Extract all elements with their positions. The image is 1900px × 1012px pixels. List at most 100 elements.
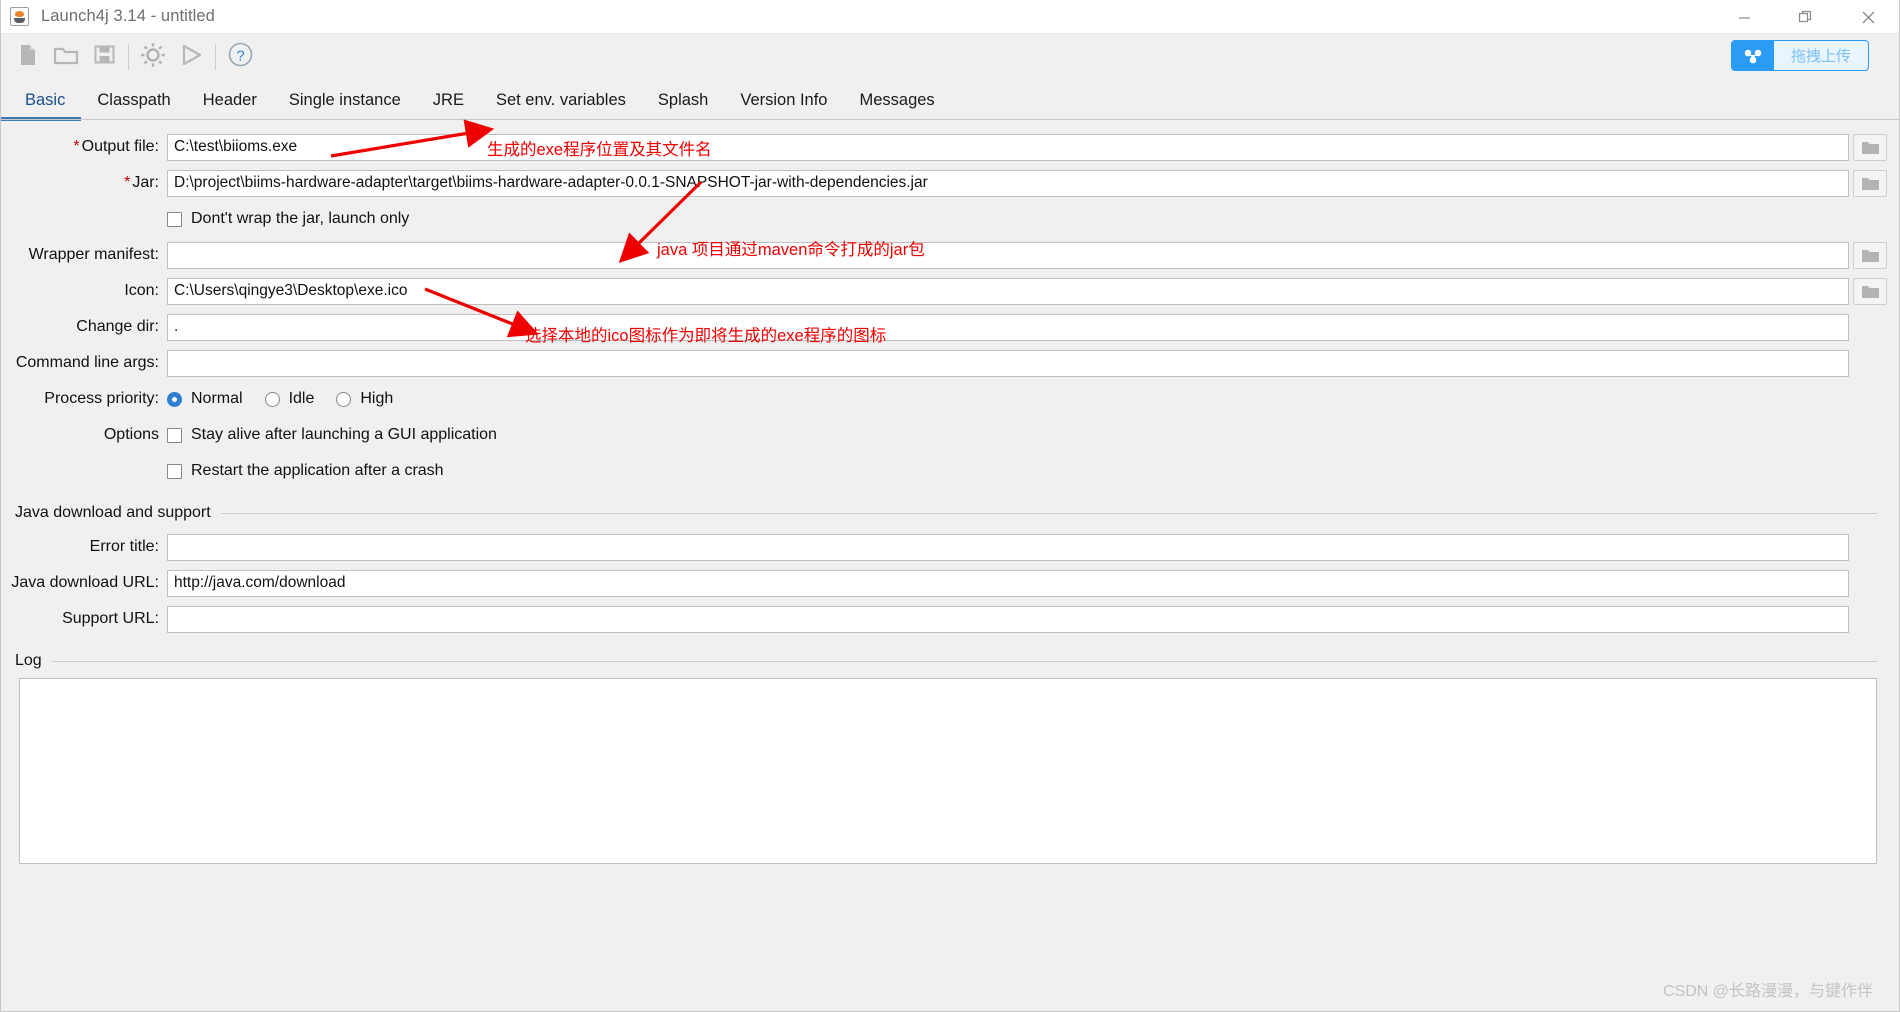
command-line-args-label: Command line args: — [15, 354, 159, 371]
row-icon: Icon: C:\Users\qingye3\Desktop\exe.ico — [1, 274, 1899, 308]
save-file-button[interactable] — [85, 38, 123, 76]
maximize-icon[interactable] — [1775, 0, 1837, 34]
jar-browse-button[interactable] — [1853, 169, 1887, 197]
jar-input[interactable]: D:\project\biims-hardware-adapter\target… — [167, 169, 1849, 197]
tab-header[interactable]: Header — [187, 80, 273, 120]
stay-alive-checkbox[interactable] — [167, 427, 182, 443]
tab-set-env-variables[interactable]: Set env. variables — [480, 80, 642, 120]
process-priority-radio-group: Normal Idle High — [167, 390, 393, 408]
basic-tab-panel: * Output file: C:\test\biioms.exe * Jar: D… — [1, 120, 1899, 864]
row-change-dir: Change dir: . — [1, 310, 1899, 344]
window-controls — [1713, 0, 1899, 34]
java-support-group-rule — [220, 512, 1877, 514]
svg-text:?: ? — [236, 48, 244, 65]
dont-wrap-label: Dont't wrap the jar, launch only — [191, 210, 410, 227]
tab-jre-label: JRE — [432, 90, 464, 109]
java-download-url-label: Java download URL: — [11, 574, 159, 591]
icon-label: Icon: — [124, 282, 159, 299]
save-disk-icon — [93, 43, 116, 71]
minimize-icon[interactable] — [1713, 0, 1775, 34]
close-icon[interactable] — [1837, 0, 1899, 34]
open-folder-icon — [53, 43, 79, 72]
icon-input[interactable]: C:\Users\qingye3\Desktop\exe.ico — [167, 277, 1849, 305]
java-download-url-input[interactable]: http://java.com/download — [167, 569, 1849, 597]
java-support-group-header: Java download and support — [15, 504, 1899, 522]
tab-version-info[interactable]: Version Info — [724, 80, 843, 120]
restart-checkbox[interactable] — [167, 463, 182, 479]
dont-wrap-checkbox[interactable] — [167, 211, 182, 227]
icon-browse-button[interactable] — [1853, 277, 1887, 305]
options-stay-alive-group[interactable]: Stay alive after launching a GUI applica… — [167, 426, 497, 444]
log-group-title: Log — [15, 652, 42, 669]
restart-label: Restart the application after a crash — [191, 462, 444, 479]
change-dir-label: Change dir: — [76, 318, 159, 335]
new-file-icon — [17, 43, 39, 72]
tab-basic-label: Basic — [25, 90, 66, 109]
tab-jre[interactable]: JRE — [417, 80, 480, 120]
build-settings-button[interactable] — [134, 38, 172, 76]
row-wrapper-manifest: Wrapper manifest: — [1, 238, 1899, 272]
change-dir-input[interactable]: . — [167, 313, 1849, 341]
required-marker: * — [124, 174, 131, 191]
run-button[interactable] — [172, 38, 210, 76]
tab-splash-label: Splash — [657, 90, 709, 109]
log-group-header: Log — [15, 652, 1899, 670]
toolbar-separator-2 — [215, 44, 216, 70]
process-priority-high-label: High — [360, 390, 394, 407]
toolbar-separator-1 — [128, 44, 129, 70]
wrapper-manifest-browse-button[interactable] — [1853, 241, 1887, 269]
tab-messages[interactable]: Messages — [843, 80, 950, 120]
row-support-url: Support URL: — [1, 602, 1899, 636]
error-title-input[interactable] — [167, 533, 1849, 561]
options-restart-group[interactable]: Restart the application after a crash — [167, 462, 444, 480]
row-options-stay-alive: Options Stay alive after launching a GUI… — [1, 418, 1899, 452]
title-bar: Launch4j 3.14 - untitled — [1, 0, 1899, 34]
csdn-watermark: CSDN @长路漫漫，与键作伴 — [1662, 983, 1873, 1000]
output-file-browse-button[interactable] — [1853, 133, 1887, 161]
command-line-args-input[interactable] — [167, 349, 1849, 377]
row-options-restart: Restart the application after a crash — [1, 454, 1899, 488]
log-textarea[interactable] — [19, 678, 1877, 864]
row-process-priority: Process priority: Normal Idle High — [1, 382, 1899, 416]
row-output-file: * Output file: C:\test\biioms.exe — [1, 130, 1899, 164]
netdisk-upload-button[interactable]: 拖拽上传 — [1730, 40, 1869, 71]
support-url-input[interactable] — [167, 605, 1849, 633]
error-title-label: Error title: — [89, 538, 159, 555]
row-command-line-args: Command line args: — [1, 346, 1899, 380]
tab-bar: Basic Classpath Header Single instance J… — [0, 80, 1899, 121]
tab-messages-label: Messages — [859, 90, 935, 109]
toolbar: ? 拖拽上传 — [1, 34, 1899, 80]
launch4j-window: Launch4j 3.14 - untitled ? 拖拽上传 Basic Cl… — [0, 0, 1900, 1012]
java-support-group-title: Java download and support — [15, 504, 211, 521]
process-priority-radio-idle[interactable] — [264, 391, 280, 407]
row-error-title: Error title: — [1, 530, 1899, 564]
required-marker: * — [73, 138, 80, 155]
tab-classpath-label: Classpath — [97, 90, 171, 109]
process-priority-label: Process priority: — [44, 390, 159, 407]
log-group-rule — [51, 660, 1877, 662]
output-file-input[interactable]: C:\test\biioms.exe — [167, 133, 1849, 161]
row-jar: * Jar: D:\project\biims-hardware-adapter\… — [1, 166, 1899, 200]
tab-set-env-variables-label: Set env. variables — [495, 90, 626, 109]
stay-alive-label: Stay alive after launching a GUI applica… — [191, 426, 497, 443]
process-priority-radio-normal[interactable] — [167, 391, 182, 407]
question-circle-icon: ? — [227, 41, 254, 73]
support-url-label: Support URL: — [62, 610, 159, 627]
gear-icon — [139, 41, 167, 74]
dont-wrap-checkbox-group[interactable]: Dont't wrap the jar, launch only — [167, 210, 409, 228]
process-priority-normal-label: Normal — [191, 390, 243, 407]
tab-basic[interactable]: Basic — [0, 80, 82, 121]
help-button[interactable]: ? — [221, 38, 259, 76]
tab-classpath[interactable]: Classpath — [81, 80, 186, 120]
process-priority-radio-high[interactable] — [336, 391, 352, 407]
open-file-button[interactable] — [47, 38, 85, 76]
tab-single-instance[interactable]: Single instance — [273, 80, 417, 120]
options-label: Options — [103, 426, 159, 443]
jar-label: * Jar: — [124, 174, 159, 191]
window-title: Launch4j 3.14 - untitled — [41, 7, 215, 25]
wrapper-manifest-input[interactable] — [167, 241, 1849, 269]
tab-splash[interactable]: Splash — [642, 80, 724, 120]
java-app-icon — [10, 7, 29, 26]
new-file-button[interactable] — [9, 38, 47, 76]
output-file-label: * Output file: — [73, 138, 159, 155]
